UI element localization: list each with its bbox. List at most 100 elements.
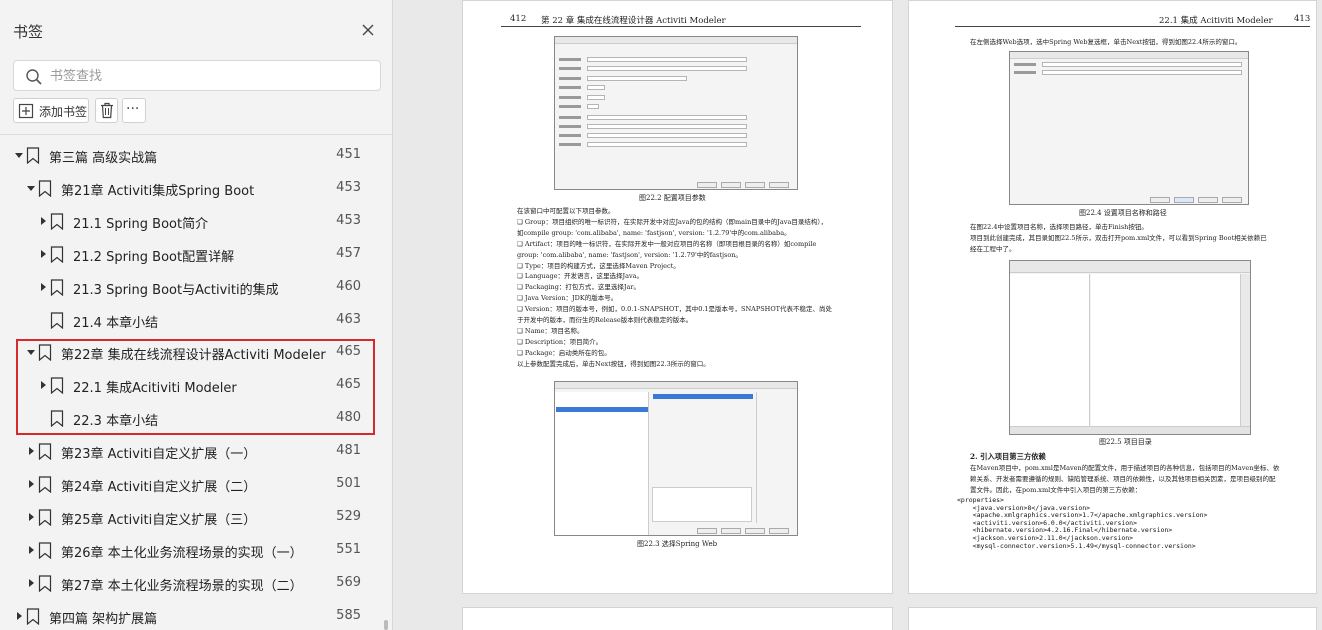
bookmark-item[interactable]: 第22章 集成在线流程设计器Activiti Modeler 465 (0, 336, 380, 369)
divider (0, 134, 392, 135)
bookmark-panel-header: 书签 (0, 0, 392, 58)
text-line: ❑ Group：项目组织的唯一标识符，在实际开发中对应Java的包的结构（即ma… (517, 217, 828, 226)
caret-down-icon[interactable] (27, 182, 35, 194)
caret-right-icon[interactable] (39, 281, 47, 293)
text-line: group: 'com.alibaba', name: 'fastjson', … (517, 250, 742, 259)
bookmark-search-box[interactable] (13, 60, 381, 91)
caret-right-icon[interactable] (27, 544, 35, 556)
document-viewer[interactable]: 412 第 22 章 集成在线流程设计器 Activiti Modeler 图2… (394, 0, 1322, 630)
bookmark-icon (26, 607, 40, 625)
bookmark-page-number: 457 (336, 245, 361, 261)
caret-right-icon[interactable] (39, 215, 47, 227)
caret-right-icon[interactable] (27, 478, 35, 490)
pdf-page-next-left (462, 607, 893, 630)
pdf-page-next-right (908, 607, 1317, 630)
section-heading: 2. 引入项目第三方依赖 (970, 452, 1046, 461)
bookmark-label: 22.1 集成Acitiviti Modeler (73, 381, 237, 397)
more-icon: ··· (126, 101, 140, 117)
bookmark-item[interactable]: 第四篇 架构扩展篇 585 (0, 600, 380, 630)
bookmark-label: 21.4 本章小结 (73, 315, 159, 331)
text-line: 在该窗口中可配置以下项目参数。 (517, 207, 615, 215)
bookmark-item[interactable]: 第21章 Activiti集成Spring Boot 453 (0, 172, 380, 205)
bookmark-item[interactable]: 21.4 本章小结 463 (0, 304, 380, 337)
bookmark-item[interactable]: 第23章 Activiti自定义扩展（一） 481 (0, 435, 380, 468)
bookmark-item[interactable]: 第25章 Activiti自定义扩展（三） 529 (0, 501, 380, 534)
bookmark-icon (38, 509, 52, 526)
figure-caption: 图22.2 配置项目参数 (639, 194, 706, 202)
caret-right-icon[interactable] (27, 577, 35, 589)
bookmark-icon (38, 476, 52, 493)
bookmark-label: 第25章 Activiti自定义扩展（三） (61, 512, 257, 528)
bookmark-icon (38, 180, 52, 197)
bookmark-page-number: 481 (336, 443, 361, 459)
pdf-page-413: 22.1 集成 Acitiviti Modeler 413 在左侧选择Web选项… (908, 0, 1317, 594)
caret-right-icon[interactable] (27, 445, 35, 457)
caret-right-icon[interactable] (27, 511, 35, 523)
bookmark-item[interactable]: 22.3 本章小结 480 (0, 402, 380, 435)
caret-down-icon[interactable] (15, 149, 23, 161)
bookmark-item[interactable]: 22.1 集成Acitiviti Modeler 465 (0, 369, 380, 402)
bookmark-label: 第27章 本土化业务流程场景的实现（二） (61, 578, 303, 594)
text-line: ❑ Description：项目简介。 (517, 337, 603, 346)
more-options-button[interactable]: ··· (122, 98, 146, 123)
bookmark-search-input[interactable] (50, 65, 370, 87)
bookmark-icon (50, 377, 64, 395)
bookmark-item[interactable]: 21.2 Spring Boot配置详解 457 (0, 238, 380, 271)
bookmark-label: 第三篇 高级实战篇 (49, 151, 158, 166)
bookmark-label: 第四篇 架构扩展篇 (49, 611, 158, 627)
caret-right-icon[interactable] (39, 379, 47, 391)
text-line: 经在工程中了。 (970, 244, 1016, 253)
scrollbar-thumb[interactable] (384, 620, 388, 630)
bookmark-page-number: 480 (336, 410, 361, 426)
bookmark-label: 21.3 Spring Boot与Activiti的集成 (73, 282, 279, 298)
text-line: 如compile group: 'com.alibaba', name: 'fa… (517, 228, 791, 237)
bookmark-label: 第26章 本土化业务流程场景的实现（一） (61, 545, 303, 561)
add-bookmark-icon (18, 103, 34, 119)
running-header: 22.1 集成 Acitiviti Modeler (1159, 16, 1273, 26)
text-line: 项目到此创建完成，其目录如图22.5所示，双击打开pom.xml文件，可以看到S… (970, 233, 1267, 242)
bookmark-label: 第24章 Activiti自定义扩展（二） (61, 480, 257, 495)
delete-bookmark-button[interactable] (95, 98, 118, 123)
page-number: 413 (1294, 14, 1311, 24)
bookmark-item[interactable]: 第27章 本土化业务流程场景的实现（二） 569 (0, 567, 380, 600)
bookmark-icon (38, 344, 52, 362)
bookmark-item[interactable]: 21.3 Spring Boot与Activiti的集成 460 (0, 271, 380, 304)
bookmark-item[interactable]: 第三篇 高级实战篇 451 (0, 139, 380, 172)
bookmark-page-number: 529 (336, 508, 361, 524)
bookmark-page-number: 453 (336, 212, 361, 228)
text-line: ❑ Package：启动类所在的包。 (517, 348, 611, 357)
screenshot-project-metadata (554, 36, 798, 190)
bookmark-icon (50, 246, 64, 263)
caret-right-icon[interactable] (15, 610, 23, 622)
text-line: ❑ Name：项目名称。 (517, 326, 584, 335)
text-line: ❑ Packaging：打包方式，这里选择Jar。 (517, 283, 640, 292)
bookmark-page-number: 463 (336, 311, 361, 327)
text-line: 在Maven项目中，pom.xml是Maven的配置文件，用于描述项目的各种信息… (970, 464, 1280, 472)
text-line: ❑ Artifact：项目的唯一标识符，在实际开发中一般对应项目的名称（即项目根… (517, 239, 817, 248)
dialog-titlebar (555, 37, 797, 44)
add-bookmark-label: 添加书签 (39, 105, 88, 119)
caret-down-icon[interactable] (27, 346, 35, 358)
bookmark-panel: 书签 添加书签 ··· 第三篇 (0, 0, 393, 630)
bookmark-icon (38, 575, 52, 592)
figure-caption: 图22.3 选择Spring Web (637, 540, 718, 548)
bookmark-item[interactable]: 21.1 Spring Boot简介 453 (0, 205, 380, 238)
bookmark-label: 第21章 Activiti集成Spring Boot (61, 183, 255, 199)
text-line: 在图22.4中设置项目名称，选择项目路径，单击Finish按钮。 (970, 223, 1148, 231)
bookmark-page-number: 460 (336, 278, 361, 294)
bookmark-item[interactable]: 第24章 Activiti自定义扩展（二） 501 (0, 468, 380, 501)
bookmark-label: 22.3 本章小结 (73, 414, 159, 430)
pdf-page-412: 412 第 22 章 集成在线流程设计器 Activiti Modeler 图2… (462, 0, 893, 594)
add-bookmark-button[interactable]: 添加书签 (13, 98, 89, 123)
bookmark-item[interactable]: 第26章 本土化业务流程场景的实现（一） 551 (0, 534, 380, 567)
running-header: 第 22 章 集成在线流程设计器 Activiti Modeler (541, 16, 726, 26)
screenshot-spring-web (554, 381, 798, 536)
header-rule (955, 26, 1310, 27)
text-line: 置文件。因此，在pom.xml文件中引入项目的第三方依赖： (970, 485, 1142, 494)
caret-right-icon[interactable] (39, 248, 47, 260)
code-line: <mysql-connector.version>5.1.49</mysql-c… (957, 541, 1196, 550)
close-icon[interactable] (358, 20, 378, 40)
bookmark-label: 第23章 Activiti自定义扩展（一） (61, 447, 257, 463)
text-line: ❑ Language：开发语言，这里选择Java。 (517, 272, 644, 281)
bookmark-label: 21.1 Spring Boot简介 (73, 216, 209, 232)
